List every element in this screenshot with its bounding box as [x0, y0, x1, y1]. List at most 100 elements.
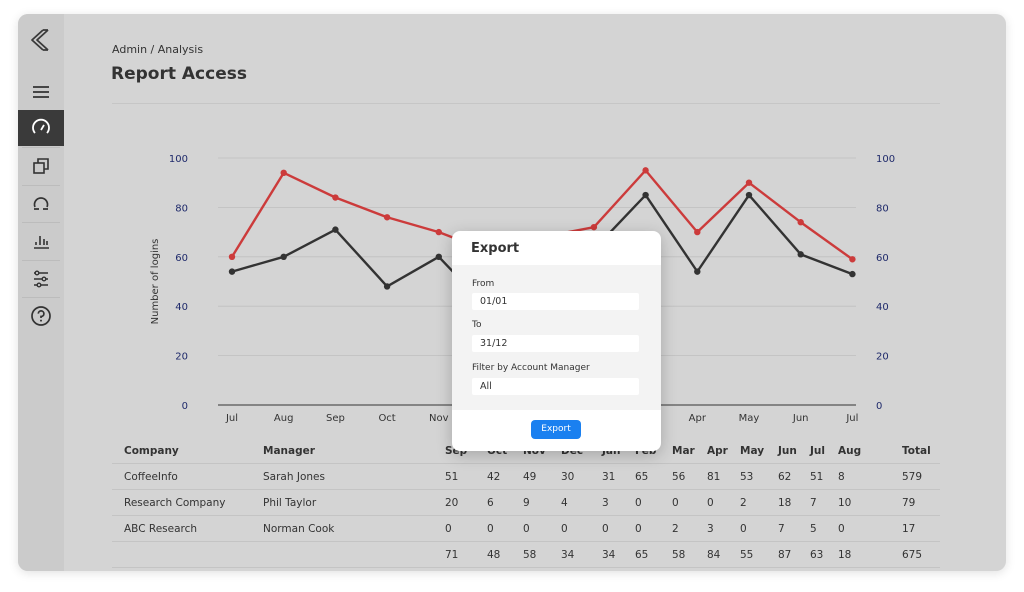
y-tick-label: 80 [175, 203, 188, 214]
page-title: Report Access [111, 64, 247, 84]
table-cell: 87 [778, 549, 792, 561]
table-cell: 51 [810, 471, 824, 483]
nav-settings[interactable] [18, 261, 64, 297]
y2-tick-label: 80 [876, 203, 889, 214]
modal-header: Export [452, 231, 661, 265]
y2-tick-label: 20 [876, 352, 889, 363]
table-cell: 18 [778, 497, 792, 509]
x-tick-label: Jul [845, 413, 858, 424]
table-cell: 62 [778, 471, 792, 483]
y-axis-label: Number of logins [150, 239, 161, 325]
data-point [849, 270, 856, 278]
filter-label: Filter by Account Manager [472, 363, 590, 373]
table-cell: ABC Research [124, 523, 198, 535]
table-cell: 579 [902, 471, 923, 483]
nav-reports[interactable] [18, 223, 64, 259]
table-cell: Phil Taylor [263, 497, 317, 509]
help-icon [31, 306, 51, 326]
table-cell: 5 [810, 523, 817, 535]
x-tick-label: Jul [225, 413, 238, 424]
table-cell: 2 [740, 497, 747, 509]
table-cell: 0 [838, 523, 845, 535]
y2-tick-label: 60 [876, 253, 889, 264]
table-cell: 48 [487, 549, 501, 561]
table-row: CoffeeInfo Sarah Jones 51 42 49 30 31 65 56 81 53 6… [112, 464, 940, 490]
nav-copy[interactable] [18, 148, 64, 184]
data-point [228, 268, 236, 275]
table-cell: 34 [561, 549, 575, 561]
data-point [642, 191, 649, 199]
table-cell: 49 [523, 471, 537, 483]
x-tick-label: Sep [326, 413, 345, 424]
table-row: ABC Research Norman Cook 0 0 0 0 0 0 2 3 0 7 5 0 17 [112, 516, 940, 542]
data-point [797, 251, 804, 258]
data-point [590, 223, 598, 231]
table-cell: 56 [672, 471, 686, 483]
sidebar [18, 14, 64, 571]
table-cell: 58 [672, 549, 686, 561]
table-cell: 34 [602, 549, 616, 561]
breadcrumb: Admin / Analysis [112, 43, 204, 56]
data-point [694, 228, 701, 236]
table-row: Research Company Phil Taylor 20 6 9 4 3 0 0 0 2 18 7… [112, 490, 940, 516]
data-point [745, 179, 753, 186]
data-point [228, 253, 236, 260]
table-cell: 10 [838, 497, 852, 509]
table-header-cell: Jun [778, 445, 797, 457]
y-tick-label: 100 [169, 154, 188, 165]
table-cell: 20 [445, 497, 459, 509]
table-cell: 675 [902, 549, 923, 561]
export-button[interactable]: Export [531, 420, 581, 439]
table-cell: 0 [635, 523, 642, 535]
table-cell: 3 [602, 497, 609, 509]
table-cell: 3 [707, 523, 714, 535]
data-point [383, 214, 391, 221]
to-label: To [472, 320, 482, 330]
logo-icon [31, 29, 49, 51]
x-tick-label: May [739, 413, 760, 424]
table-header-cell: Aug [838, 445, 862, 457]
menu-icon [33, 86, 49, 98]
table-cell: 0 [445, 523, 452, 535]
row-divider [112, 567, 940, 568]
table-cell: 0 [707, 497, 714, 509]
copy-icon [33, 158, 49, 174]
modal-title: Export [471, 241, 520, 256]
table-header-cell: May [740, 445, 765, 457]
table-cell: 0 [561, 523, 568, 535]
from-field[interactable]: 01/01 [472, 293, 639, 310]
nav-refresh[interactable] [18, 186, 64, 222]
y-tick-label: 40 [175, 302, 188, 313]
y2-tick-label: 100 [876, 154, 895, 165]
table-cell: Sarah Jones [263, 471, 325, 483]
table-cell: 42 [487, 471, 501, 483]
x-tick-label: Jun [792, 413, 809, 424]
data-point [435, 228, 442, 236]
to-field[interactable]: 31/12 [472, 335, 639, 352]
table-row: 71 48 58 34 34 65 58 84 55 87 63 18 675 [112, 542, 940, 568]
gauge-icon [32, 118, 50, 134]
table-cell: 7 [778, 523, 785, 535]
table-header-cell: Total [902, 445, 931, 457]
table-header-cell: Jul [810, 445, 825, 457]
table-cell: 53 [740, 471, 754, 483]
table-cell: 84 [707, 549, 721, 561]
x-tick-label: Apr [689, 413, 707, 424]
table-cell: 71 [445, 549, 459, 561]
nav-dashboard[interactable] [18, 110, 64, 146]
table-cell: 55 [740, 549, 754, 561]
data-point [332, 194, 339, 201]
table-cell: 0 [635, 497, 642, 509]
data-point [745, 191, 753, 199]
table-cell: 0 [602, 523, 609, 535]
table-cell: 4 [561, 497, 568, 509]
table-cell: 18 [838, 549, 852, 561]
data-point [332, 226, 339, 233]
nav-menu[interactable] [18, 74, 64, 110]
modal-body: From 01/01 To 31/12 Filter by Account Ma… [452, 265, 661, 410]
refresh-icon [33, 197, 49, 210]
data-point [694, 268, 701, 275]
nav-help[interactable] [18, 298, 64, 334]
y2-tick-label: 40 [876, 302, 889, 313]
account-manager-select[interactable]: All [472, 378, 639, 395]
